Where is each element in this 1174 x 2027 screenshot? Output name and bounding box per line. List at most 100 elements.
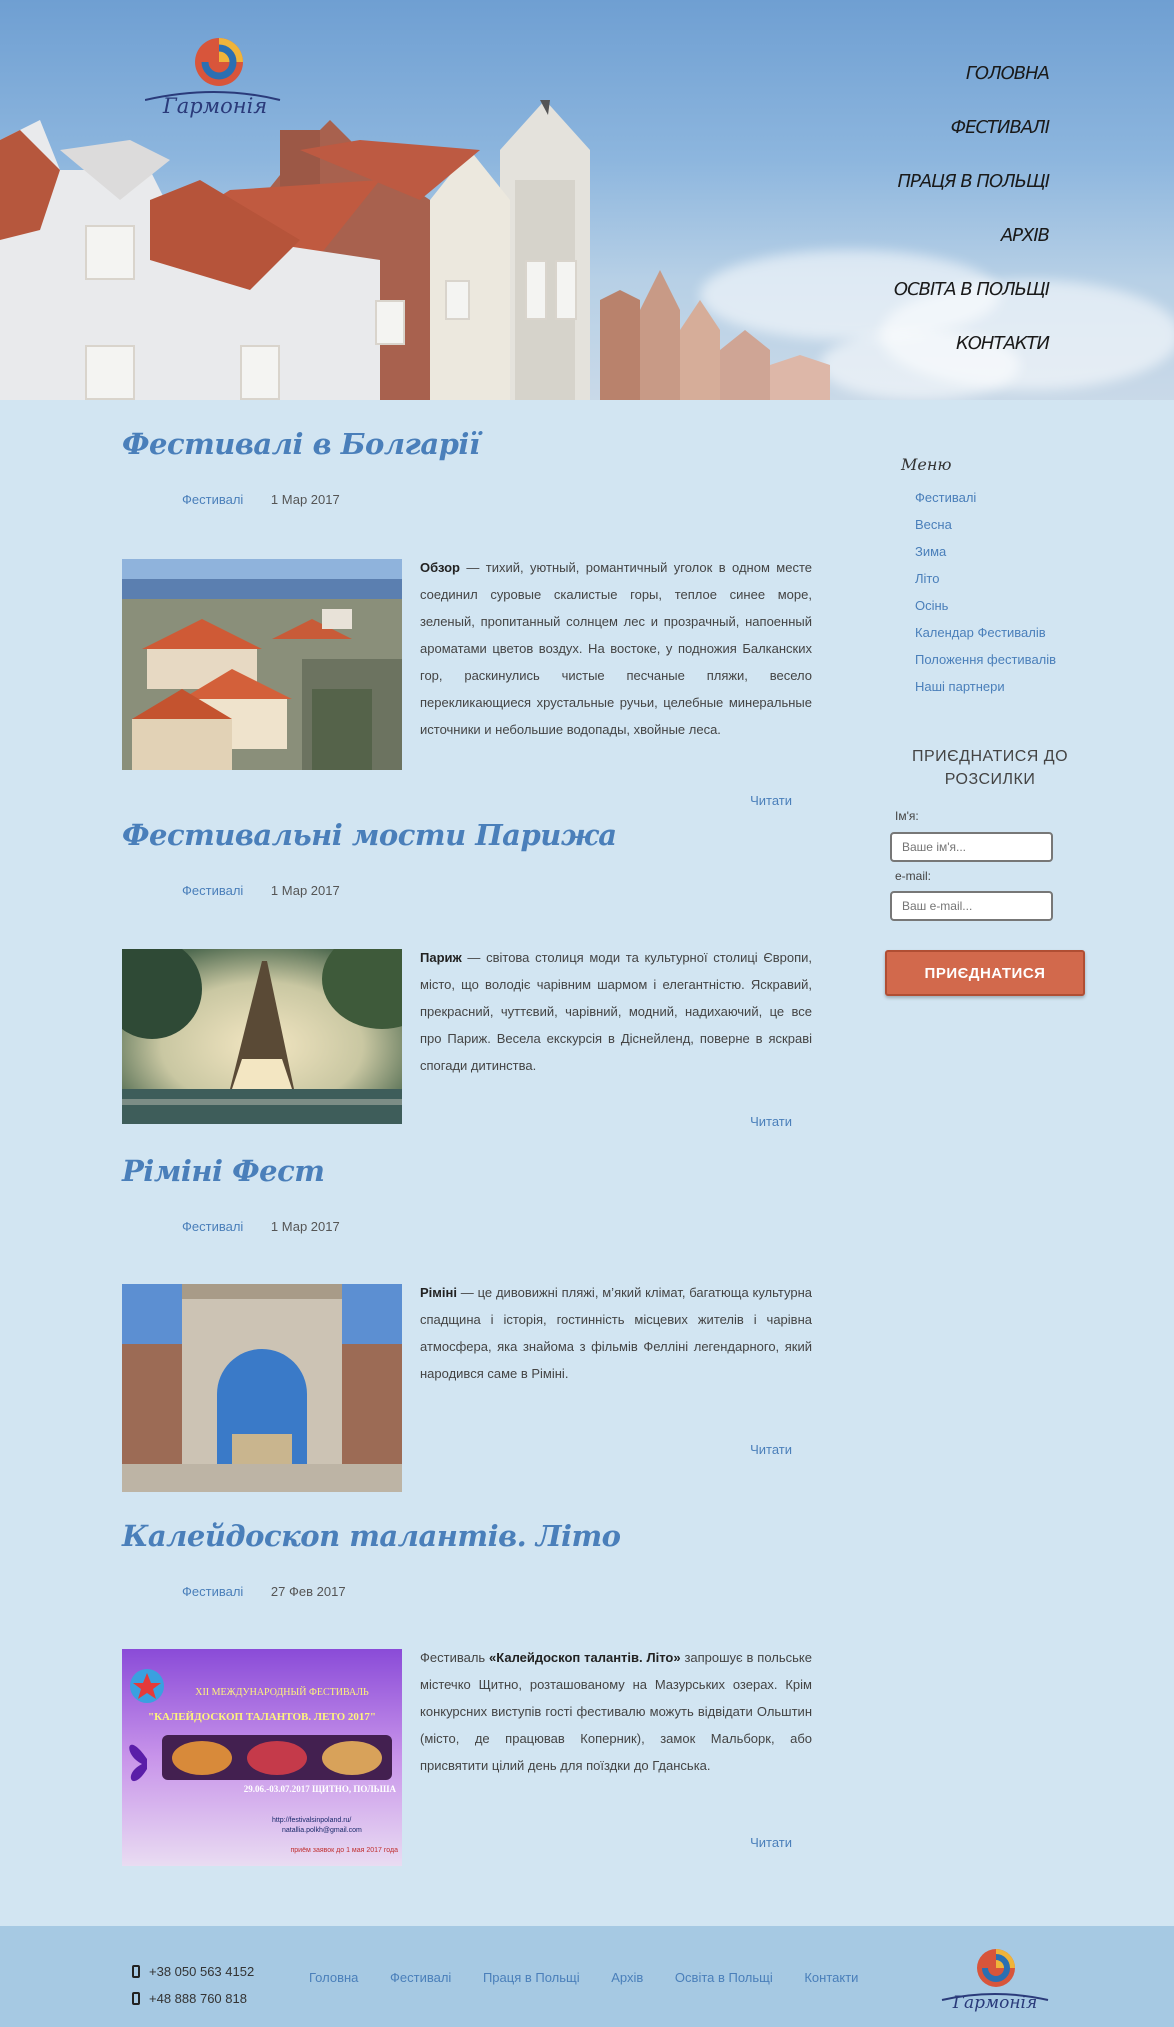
sidebar-item-partners[interactable]: Наші партнери: [915, 673, 1095, 700]
site-logo[interactable]: Гармонія: [145, 34, 285, 129]
post-title[interactable]: Фестивалі в Болгарії: [122, 427, 822, 461]
footer-link-archive[interactable]: Архів: [611, 1970, 643, 1985]
excerpt-lead: Ріміні: [420, 1285, 457, 1300]
poster-content: XII МЕЖДУНАРОДНЫЙ ФЕСТИВАЛЬ "КАЛЕЙДОСКОП…: [122, 1649, 402, 1866]
poster-site: http://festivalsinpoland.ru/: [272, 1817, 352, 1824]
post-thumbnail[interactable]: [122, 1284, 402, 1492]
footer-link-home[interactable]: Головна: [309, 1970, 358, 1985]
bulgaria-town-image: [122, 559, 402, 770]
nav-item-contacts[interactable]: КОНТАКТИ: [789, 328, 1050, 382]
poster-email: natallia.polkh@gmail.com: [282, 1827, 362, 1834]
post-excerpt: Обзор — тихий, уютный, романтичный уголо…: [420, 554, 812, 743]
rimini-arch-image: [122, 1284, 402, 1492]
post-title[interactable]: Калейдоскоп талантів. Літо: [122, 1519, 822, 1553]
phone-number[interactable]: +38 050 563 4152: [149, 1958, 254, 1985]
read-more-link[interactable]: Читати: [750, 1835, 792, 1850]
sidebar-item-autumn[interactable]: Осінь: [915, 592, 1095, 619]
phone-number[interactable]: +48 888 760 818: [149, 1985, 247, 2012]
sidebar-item-rules[interactable]: Положення фестивалів: [915, 646, 1095, 673]
phone-icon: [132, 1965, 140, 1978]
read-more-link[interactable]: Читати: [750, 1114, 792, 1129]
poster-line1: XII МЕЖДУНАРОДНЫЙ ФЕСТИВАЛЬ: [195, 1687, 369, 1698]
footer-link-education-poland[interactable]: Освіта в Польщі: [675, 1970, 773, 1985]
post-item: Калейдоскоп талантів. Літо Фестивалі 27 …: [122, 1519, 822, 1919]
post-meta: Фестивалі 1 Мар 2017: [182, 883, 340, 898]
footer: +38 050 563 4152 +48 888 760 818 Головна…: [0, 1926, 1174, 2027]
nav-item-work-poland[interactable]: ПРАЦЯ В ПОЛЬЩІ: [789, 166, 1050, 220]
excerpt-text: — це дивовижні пляжі, м’який клімат, баг…: [420, 1285, 812, 1381]
eiffel-tower-image: [122, 949, 402, 1124]
post-category-link[interactable]: Фестивалі: [182, 1584, 243, 1599]
footer-link-festivals[interactable]: Фестивалі: [390, 1970, 451, 1985]
name-label: Ім'я:: [895, 809, 919, 823]
read-more-link[interactable]: Читати: [750, 1442, 792, 1457]
email-field[interactable]: [890, 891, 1053, 921]
sidebar-item-calendar[interactable]: Календар Фестивалів: [915, 619, 1095, 646]
post-date: 1 Мар 2017: [270, 1219, 340, 1234]
main-nav: ГОЛОВНА ФЕСТИВАЛІ ПРАЦЯ В ПОЛЬЩІ АРХІВ О…: [789, 58, 1050, 382]
post-category-link[interactable]: Фестивалі: [182, 1219, 243, 1234]
subscribe-title: ПРИЄДНАТИСЯ ДО РОЗСИЛКИ: [911, 748, 1069, 788]
footer-logo[interactable]: Гармонія: [940, 1944, 1050, 2019]
post-date: 1 Мар 2017: [270, 492, 340, 507]
post-meta: Фестивалі 1 Мар 2017: [182, 492, 340, 507]
phone-icon: [132, 1992, 140, 2005]
post-date: 27 Фев 2017: [270, 1584, 346, 1599]
post-meta: Фестивалі 27 Фев 2017: [182, 1584, 346, 1599]
window: [525, 260, 547, 320]
post-thumbnail[interactable]: [122, 559, 402, 770]
festival-poster[interactable]: XII МЕЖДУНАРОДНЫЙ ФЕСТИВАЛЬ "КАЛЕЙДОСКОП…: [122, 1649, 402, 1866]
logo-text: Гармонія: [162, 94, 268, 118]
sidebar-item-festivals[interactable]: Фестивалі: [915, 484, 1095, 511]
window: [555, 260, 577, 320]
email-label: e-mail:: [895, 869, 932, 883]
window: [375, 300, 405, 345]
post-excerpt: Париж — світова столиця моди та культурн…: [420, 944, 812, 1079]
excerpt-lead: Обзор: [420, 560, 460, 575]
post-category-link[interactable]: Фестивалі: [182, 492, 243, 507]
post-date: 1 Мар 2017: [270, 883, 340, 898]
nav-item-festivals[interactable]: ФЕСТИВАЛІ: [789, 112, 1050, 166]
name-field[interactable]: [890, 832, 1053, 862]
poster-star-icon: [130, 1669, 164, 1703]
sidebar-title: Меню: [901, 455, 952, 474]
window: [85, 345, 135, 400]
post-excerpt: Фестиваль «Калейдоскоп талантів. Літо» з…: [420, 1644, 812, 1779]
post-excerpt: Ріміні — це дивовижні пляжі, м’який клім…: [420, 1279, 812, 1387]
poster-line2: "КАЛЕЙДОСКОП ТАЛАНТОВ. ЛЕТО 2017": [147, 1711, 377, 1723]
nav-item-education-poland[interactable]: ОСВІТА В ПОЛЬЩІ: [789, 274, 1050, 328]
post-thumbnail[interactable]: [122, 949, 402, 1124]
header-banner: Гармонія ГОЛОВНА ФЕСТИВАЛІ ПРАЦЯ В ПОЛЬЩ…: [0, 0, 1174, 400]
logo-text: Гармонія: [952, 1993, 1038, 2013]
post-meta: Фестивалі 1 Мар 2017: [182, 1219, 340, 1234]
post-item: Фестивалі в Болгарії Фестивалі 1 Мар 201…: [122, 427, 822, 808]
sidebar-item-spring[interactable]: Весна: [915, 511, 1095, 538]
excerpt-text: — світова столиця моди та культурної сто…: [420, 950, 812, 1073]
poster-deadline: приём заявок до 1 мая 2017 года: [290, 1847, 398, 1854]
post-item: Фестивальні мости Парижа Фестивалі 1 Мар…: [122, 818, 822, 1148]
post-category-link[interactable]: Фестивалі: [182, 883, 243, 898]
footer-phones: +38 050 563 4152 +48 888 760 818: [132, 1958, 254, 2012]
excerpt-lead: «Калейдоскоп талантів. Літо»: [489, 1650, 681, 1665]
window: [85, 225, 135, 280]
excerpt-text: — тихий, уютный, романтичный уголок в од…: [420, 560, 812, 737]
subscribe-button[interactable]: ПРИЄДНАТИСЯ: [885, 950, 1085, 996]
sidebar-item-winter[interactable]: Зима: [915, 538, 1095, 565]
post-title[interactable]: Фестивальні мости Парижа: [122, 818, 822, 852]
nav-item-archive[interactable]: АРХІВ: [789, 220, 1050, 274]
poster-dates: 29.06.-03.07.2017 ЩИТНО, ПОЛЬША: [243, 1784, 396, 1794]
read-more-link[interactable]: Читати: [750, 793, 792, 808]
nav-item-home[interactable]: ГОЛОВНА: [789, 58, 1050, 112]
post-item: Ріміні Фест Фестивалі 1 Мар 2017 Ріміні …: [122, 1154, 822, 1494]
sidebar-menu: Фестивалі Весна Зима Літо Осінь Календар…: [915, 484, 1095, 700]
footer-link-work-poland[interactable]: Праця в Польщі: [483, 1970, 580, 1985]
window: [240, 345, 280, 400]
window: [445, 280, 470, 320]
excerpt-lead: Париж: [420, 950, 462, 965]
footer-link-contacts[interactable]: Контакти: [804, 1970, 858, 1985]
sidebar-item-summer[interactable]: Літо: [915, 565, 1095, 592]
post-title[interactable]: Ріміні Фест: [122, 1154, 822, 1188]
poster-photos: [162, 1735, 392, 1780]
excerpt-text: запрошує в польське містечко Щитно, розт…: [420, 1650, 812, 1773]
excerpt-prefix: Фестиваль: [420, 1650, 490, 1665]
